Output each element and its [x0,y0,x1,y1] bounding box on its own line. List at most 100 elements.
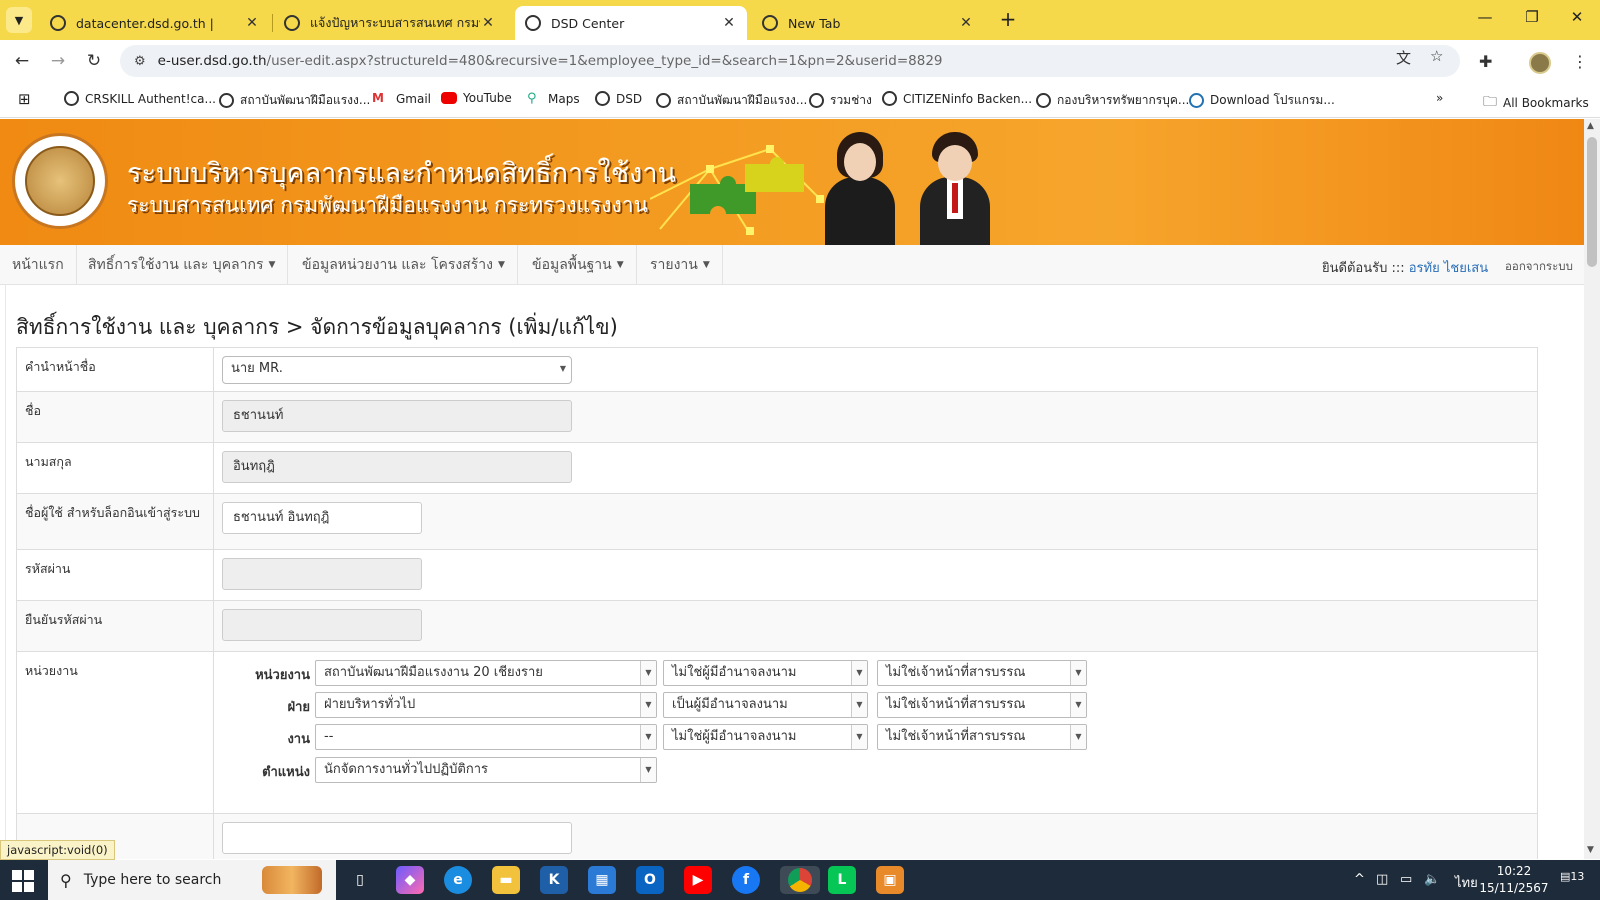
outlook-icon[interactable]: O [636,866,664,894]
unit-sign-authority-select[interactable]: ไม่ใช่ผู้มีอำนาจลงนาม ▼ [663,660,868,686]
address-bar[interactable]: ⚙ e-user.dsd.go.th/user-edit.aspx?struct… [120,45,1460,77]
prefix-select[interactable]: นาย MR. ▼ [222,356,572,384]
minimize-button[interactable]: — [1470,8,1500,26]
division-sign-authority-select[interactable]: เป็นผู้มีอำนาจลงนาม ▼ [663,692,868,718]
meet-now-icon[interactable]: ◫ [1376,872,1388,887]
gmail-icon: M [372,91,384,105]
extensions-icon[interactable]: ✚ [1479,52,1492,71]
nav-master-data[interactable]: ข้อมูลพื้นฐาน ▼ [520,245,637,285]
tab-issue-report[interactable]: แจ้งปัญหาระบบสารสนเทศ กรมพัฒน ✕ [274,6,506,40]
username-input[interactable]: ธชานนท์ อินทฤฎิ [222,502,422,534]
password-input[interactable] [222,558,422,590]
tab-search-button[interactable]: ▼ [6,7,32,33]
bookmark-maps[interactable]: ⚲ Maps [527,91,580,106]
firstname-input[interactable]: ธชานนท์ [222,400,572,432]
reload-button[interactable]: ↻ [82,50,106,74]
work-correspondence-select[interactable]: ไม่ใช่เจ้าหน้าที่สารบรรณ ▼ [877,724,1087,750]
site-nav-bar: หน้าแรก สิทธิ์การใช้งาน และ บุคลากร ▼ ข้อ… [0,245,1584,285]
app-k-icon[interactable]: K [540,866,568,894]
next-field-input[interactable] [222,822,572,854]
all-bookmarks-button[interactable]: 🗀 All Bookmarks [1483,91,1589,115]
bookmark-crskill[interactable]: CRSKILL Authent!ca... [64,91,216,106]
apps-grid-icon[interactable]: ⊞ [18,91,34,107]
edge-icon[interactable]: e [444,866,472,894]
arrow-right-icon: → [50,51,66,71]
nav-reports[interactable]: รายงาน ▼ [638,245,723,285]
site-info-icon[interactable]: ⚙ [134,54,146,69]
position-label: ตำแหน่ง [262,765,310,780]
profile-avatar[interactable] [1529,52,1551,74]
close-icon[interactable]: ✕ [721,15,737,31]
bookmarks-overflow-button[interactable]: » [1436,91,1443,105]
photos-app-icon[interactable]: ▣ [876,866,904,894]
puzzle-network-illustration [650,145,824,235]
bookmark-youtube[interactable]: YouTube [441,91,512,105]
restore-button[interactable]: ❐ [1517,8,1547,26]
volume-icon[interactable]: 🔈 [1424,872,1440,887]
tab-datacenter[interactable]: datacenter.dsd.go.th | ✕ [40,6,270,40]
more-menu-icon[interactable]: ⋮ [1572,52,1588,71]
bookmark-ruamchang[interactable]: รวมช่าง [809,91,872,110]
unit-select[interactable]: สถาบันพัฒนาฝีมือแรงงาน 20 เชียงราย ▼ [315,660,657,686]
minimize-icon: — [1477,8,1493,26]
tab-new-tab[interactable]: New Tab ✕ [752,6,984,40]
close-icon[interactable]: ✕ [244,15,260,31]
scroll-down-icon[interactable]: ▼ [1587,845,1594,855]
nav-org-structure[interactable]: ข้อมูลหน่วยงาน และ โครงสร้าง ▼ [290,245,518,285]
close-icon[interactable]: ✕ [958,15,974,31]
new-tab-button[interactable]: + [996,8,1020,32]
nav-permissions-personnel[interactable]: สิทธิ์การใช้งาน และ บุคลากร ▼ [76,245,289,285]
logout-link[interactable]: ออกจากระบบ [1505,258,1573,276]
facebook-icon[interactable]: f [732,866,760,894]
unit-correspondence-select[interactable]: ไม่ใช่เจ้าหน้าที่สารบรรณ ▼ [877,660,1087,686]
bookmark-citizeninfo[interactable]: CITIZENinfo Backen... [882,91,1032,106]
caret-down-icon: ▼ [559,364,567,373]
taskbar-clock[interactable]: 10:22 15/11/2567 [1478,863,1550,897]
bookmark-institute-1[interactable]: สถาบันพัฒนาฝีมือแรงง... [219,91,370,110]
position-select[interactable]: นักจัดการงานทั่วไปปฏิบัติการ ▼ [315,757,657,783]
windows-start-button[interactable] [12,870,34,892]
forward-button[interactable]: → [46,50,70,74]
welcome-user-link[interactable]: อรทัย ไชยเสน [1409,261,1488,276]
line-icon[interactable]: L [828,866,856,894]
scrollbar-thumb[interactable] [1587,137,1597,267]
unit-label: หน่วยงาน [255,668,310,683]
form-row-unit: หน่วยงาน หน่วยงาน สถาบันพัฒนาฝีมือแรงงาน… [17,652,1537,814]
youtube-app-icon[interactable]: ▶ [684,866,712,894]
globe-icon [525,15,541,31]
confirm-password-input[interactable] [222,609,422,641]
close-icon[interactable]: ✕ [480,15,496,31]
page-scrollbar[interactable]: ▲ ▼ [1584,119,1600,859]
bookmark-gmail[interactable]: M Gmail [372,91,431,106]
nav-home[interactable]: หน้าแรก [0,245,77,285]
translate-icon[interactable]: 文 [1396,47,1411,68]
tab-separator [272,14,273,32]
file-explorer-icon[interactable]: ▬ [492,866,520,894]
page-title: สิทธิ์การใช้งาน และ บุคลากร > จัดการข้อม… [16,315,618,339]
work-sign-authority-select[interactable]: ไม่ใช่ผู้มีอำนาจลงนาม ▼ [663,724,868,750]
copilot-icon[interactable]: ◆ [396,866,424,894]
close-window-button[interactable]: ✕ [1562,8,1592,26]
tray-overflow-icon[interactable]: ^ [1354,872,1365,887]
bookmark-dsd[interactable]: DSD [595,91,642,106]
network-icon[interactable]: ▭ [1400,872,1412,887]
work-select[interactable]: -- ▼ [315,724,657,750]
division-select[interactable]: ฝ่ายบริหารทั่วไป ▼ [315,692,657,718]
task-view-icon[interactable]: ▯ [346,866,374,894]
chrome-taskbar-icon[interactable] [780,866,820,894]
lastname-input[interactable]: อินทฤฎิ [222,451,572,483]
caret-down-icon: ▼ [640,661,656,685]
microsoft-store-icon[interactable]: ▦ [588,866,616,894]
bookmark-hr-division[interactable]: กองบริหารทรัพยากรบุค... [1036,91,1189,110]
back-button[interactable]: ← [10,50,34,74]
chevron-down-icon: ▼ [14,13,24,27]
tab-dsd-center[interactable]: DSD Center ✕ [515,6,747,40]
input-language[interactable]: ไทย [1455,872,1478,893]
division-correspondence-select[interactable]: ไม่ใช่เจ้าหน้าที่สารบรรณ ▼ [877,692,1087,718]
taskbar-search-box[interactable]: ⚲ Type here to search [48,860,336,900]
bookmark-institute-2[interactable]: สถาบันพัฒนาฝีมือแรงง... [656,91,807,110]
bookmark-download[interactable]: Download โปรแกรม... [1189,91,1335,110]
notification-center-button[interactable]: ▤13 [1560,870,1586,890]
scroll-up-icon[interactable]: ▲ [1587,121,1594,131]
bookmark-star-icon[interactable]: ☆ [1430,47,1443,65]
